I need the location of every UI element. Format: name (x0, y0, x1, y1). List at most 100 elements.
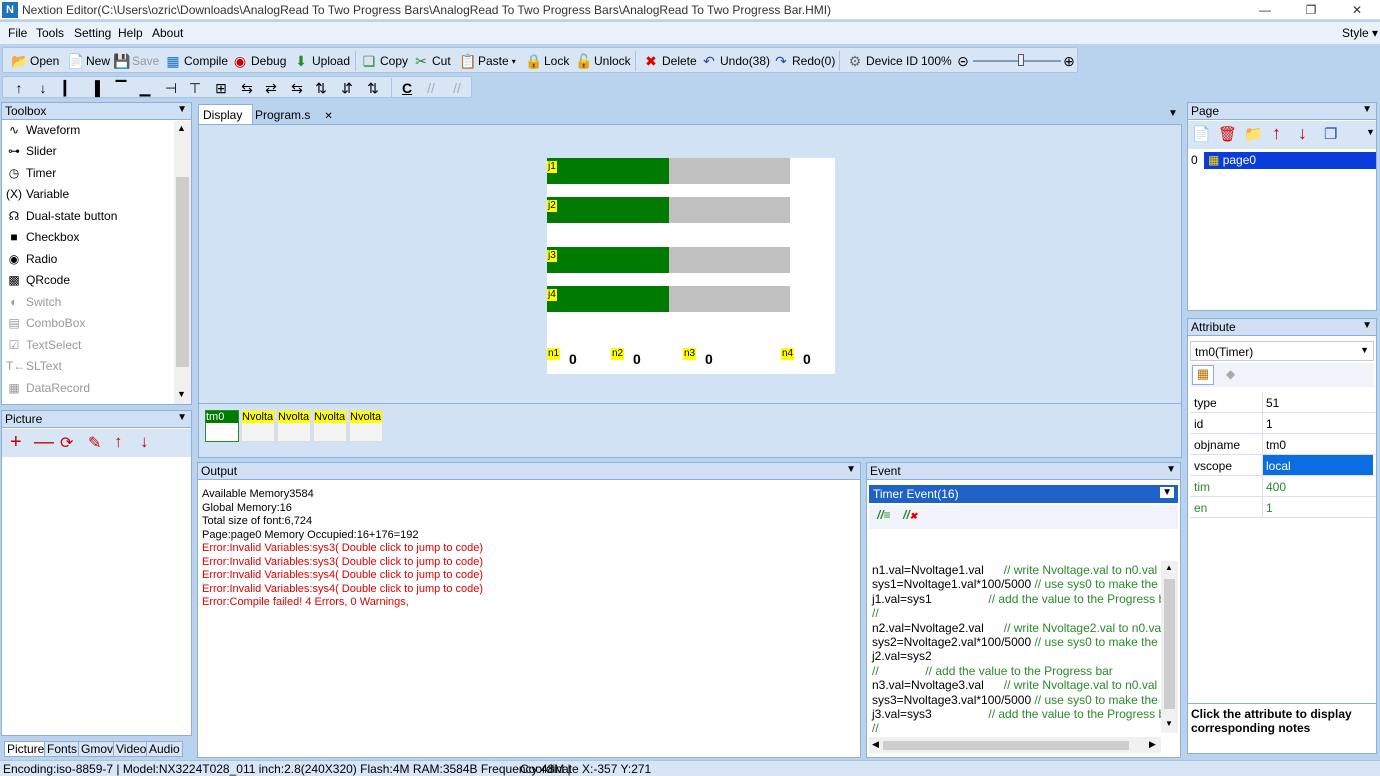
pin-icon[interactable]: ▼ (177, 412, 187, 423)
align-top-button[interactable]: ▔ (113, 78, 129, 98)
object-item[interactable]: Nvolta (241, 410, 275, 442)
save-button[interactable]: 💾 Save (113, 51, 159, 71)
output-line[interactable]: Global Memory:16 (202, 502, 483, 516)
move-up-button[interactable]: ↑ (11, 78, 27, 98)
delete-button[interactable]: ✖ Delete (643, 51, 697, 71)
spacing-h-dec-button[interactable]: ⇆ (289, 78, 305, 98)
object-item[interactable]: Nvolta (277, 410, 311, 442)
pin-icon[interactable]: ▼ (1166, 464, 1176, 475)
pin-icon[interactable]: ▼ (846, 464, 856, 475)
open-button[interactable]: 📂 Open (11, 51, 59, 71)
event-selector[interactable]: Timer Event(16) ▼ (869, 485, 1178, 503)
maximize-button[interactable]: ❐ (1288, 0, 1334, 20)
picture-tab[interactable]: Fonts (44, 741, 81, 757)
spacing-v-inc-button[interactable]: ⇵ (339, 78, 355, 98)
number-label[interactable]: n1 (547, 348, 561, 360)
menu-help[interactable]: Help (118, 26, 143, 40)
toolbox-item[interactable]: ⊶ Slider (6, 141, 57, 162)
code-hscrollbar[interactable]: ◀ ▶ (869, 737, 1161, 753)
copy-button[interactable]: ❏ Copy (361, 51, 408, 71)
scroll-right-icon[interactable]: ▶ (1149, 739, 1156, 750)
progress-bar-track[interactable] (668, 247, 790, 273)
redo-button[interactable]: ↷ Redo(0) (773, 51, 835, 71)
toolbox-item[interactable]: ☊ Dual-state button (6, 205, 118, 226)
new-button[interactable]: 📄 New (67, 51, 110, 71)
hmi-screen[interactable]: j1 j2 j3 j4 n1 0 n2 0 n3 0 n4 0 (547, 158, 835, 374)
event-code-editor[interactable]: n1.val=Nvoltage1.val // write Nvoltage.v… (869, 561, 1161, 733)
paste-dropdown-icon[interactable]: ▾ (512, 57, 516, 66)
move-up-icon[interactable]: ↑ (114, 432, 123, 452)
export-picture-icon[interactable]: ✎ (88, 433, 101, 453)
spacing-v-dec-button[interactable]: ⇅ (365, 78, 381, 98)
tab-overflow-icon[interactable]: ▼ (1168, 108, 1178, 119)
progress-bar-track[interactable] (668, 197, 790, 223)
code-line[interactable]: n1.val=Nvoltage1.val // write Nvoltage.v… (872, 563, 1157, 577)
comment-remove-button[interactable]: // (449, 78, 465, 98)
scroll-down-icon[interactable]: ▼ (177, 389, 186, 399)
move-page-up-icon[interactable]: ↑ (1272, 123, 1281, 144)
spacing-h-inc-button[interactable]: ⇄ (263, 78, 279, 98)
remove-picture-icon[interactable]: — (34, 431, 54, 453)
close-tab-icon[interactable]: ✕ (324, 111, 332, 122)
replace-picture-icon[interactable]: ⟳ (60, 433, 73, 453)
toolbox-item[interactable]: ◷ Timer (6, 162, 56, 183)
undo-button[interactable]: ↶ Undo(38) (701, 51, 770, 71)
attribute-row[interactable]: en 1 (1190, 497, 1376, 518)
toolbox-item[interactable]: ■ Checkbox (6, 227, 79, 248)
cut-button[interactable]: ✂ Cut (413, 51, 451, 71)
pin-icon[interactable]: ▼ (1362, 104, 1372, 115)
grid-button[interactable]: ⊞ (213, 78, 229, 98)
number-label[interactable]: n3 (683, 348, 697, 360)
scroll-up-icon[interactable]: ▲ (1165, 563, 1173, 572)
comment-add-icon[interactable]: //≡ (877, 508, 891, 522)
progress-bar-track[interactable] (668, 286, 790, 312)
spacing-h-button[interactable]: ⇆ (239, 78, 255, 98)
output-line[interactable]: Available Memory3584 (202, 488, 483, 502)
copy-page-icon[interactable]: ❐ (1324, 125, 1337, 143)
move-down-icon[interactable]: ↓ (140, 432, 149, 452)
chevron-down-icon[interactable]: ▼ (1160, 487, 1174, 498)
code-line[interactable]: n3.val=Nvoltage3.val // write Nvoltage.v… (872, 678, 1157, 692)
code-line[interactable]: j1.val=sys1 // add the value to the Prog… (872, 592, 1161, 606)
attribute-row[interactable]: type 51 (1190, 392, 1376, 413)
output-line[interactable]: Error:Compile failed! 4 Errors, 0 Warnin… (202, 596, 483, 610)
toolbox-item[interactable]: ☑ TextSelect (6, 334, 82, 355)
attribute-object-select[interactable]: tm0(Timer) ▼ (1190, 341, 1374, 361)
insert-page-icon[interactable]: 📁 (1244, 125, 1263, 143)
comment-button[interactable]: C (399, 78, 415, 98)
align-left-button[interactable]: ▎ (61, 78, 77, 98)
pin-icon[interactable]: ▼ (177, 104, 187, 115)
code-line[interactable]: // // add the value to the Progress bar (872, 664, 1113, 678)
menu-about[interactable]: About (152, 26, 183, 40)
lock-button[interactable]: 🔒 Lock (525, 51, 569, 71)
attribute-value[interactable]: 400 (1266, 480, 1286, 494)
move-page-down-icon[interactable]: ↓ (1298, 123, 1307, 144)
object-item[interactable]: Nvolta (313, 410, 347, 442)
object-item[interactable]: Nvolta (349, 410, 383, 442)
attribute-row[interactable]: objname tm0 (1190, 434, 1376, 455)
move-down-button[interactable]: ↓ (35, 78, 51, 98)
comment-remove-icon[interactable]: //✖ (903, 508, 917, 522)
upload-button[interactable]: ⬇ Upload (293, 51, 350, 71)
attribute-value[interactable]: 51 (1266, 396, 1279, 410)
toolbox-item[interactable]: ◐ Switch (6, 291, 61, 312)
toolbox-item[interactable]: ▩ QRcode (6, 270, 70, 291)
output-line[interactable]: Page:page0 Memory Occupied:16+176=192 (202, 529, 483, 543)
picture-tab[interactable]: Video (113, 741, 150, 757)
comment-add-button[interactable]: // (423, 78, 439, 98)
attribute-row[interactable]: tim 400 (1190, 476, 1376, 497)
debug-button[interactable]: ◉ Debug (232, 51, 286, 71)
pin-icon[interactable]: ▼ (1362, 320, 1372, 331)
output-log[interactable]: Available Memory3584 Global Memory:16 Tota… (202, 488, 483, 610)
progress-bar-track[interactable] (668, 158, 790, 184)
code-line[interactable]: n2.val=Nvoltage2.val // write Nvoltage2.… (872, 621, 1161, 635)
code-vscrollbar[interactable]: ▲ ▼ (1161, 561, 1178, 733)
number-label[interactable]: n2 (611, 348, 625, 360)
output-line[interactable]: Error:Invalid Variables:sys3( Double cli… (202, 542, 483, 556)
more-icon[interactable]: ▼ (1366, 127, 1375, 137)
code-line[interactable]: sys1=Nvoltage1.val*100/5000 // use sys0 … (872, 577, 1161, 591)
code-line[interactable]: sys3=Nvoltage3.val*100/5000 // use sys0 … (872, 693, 1161, 707)
attribute-value[interactable]: tm0 (1266, 438, 1286, 452)
progress-bar-fill[interactable] (547, 286, 669, 312)
menu-tools[interactable]: Tools (36, 26, 64, 40)
